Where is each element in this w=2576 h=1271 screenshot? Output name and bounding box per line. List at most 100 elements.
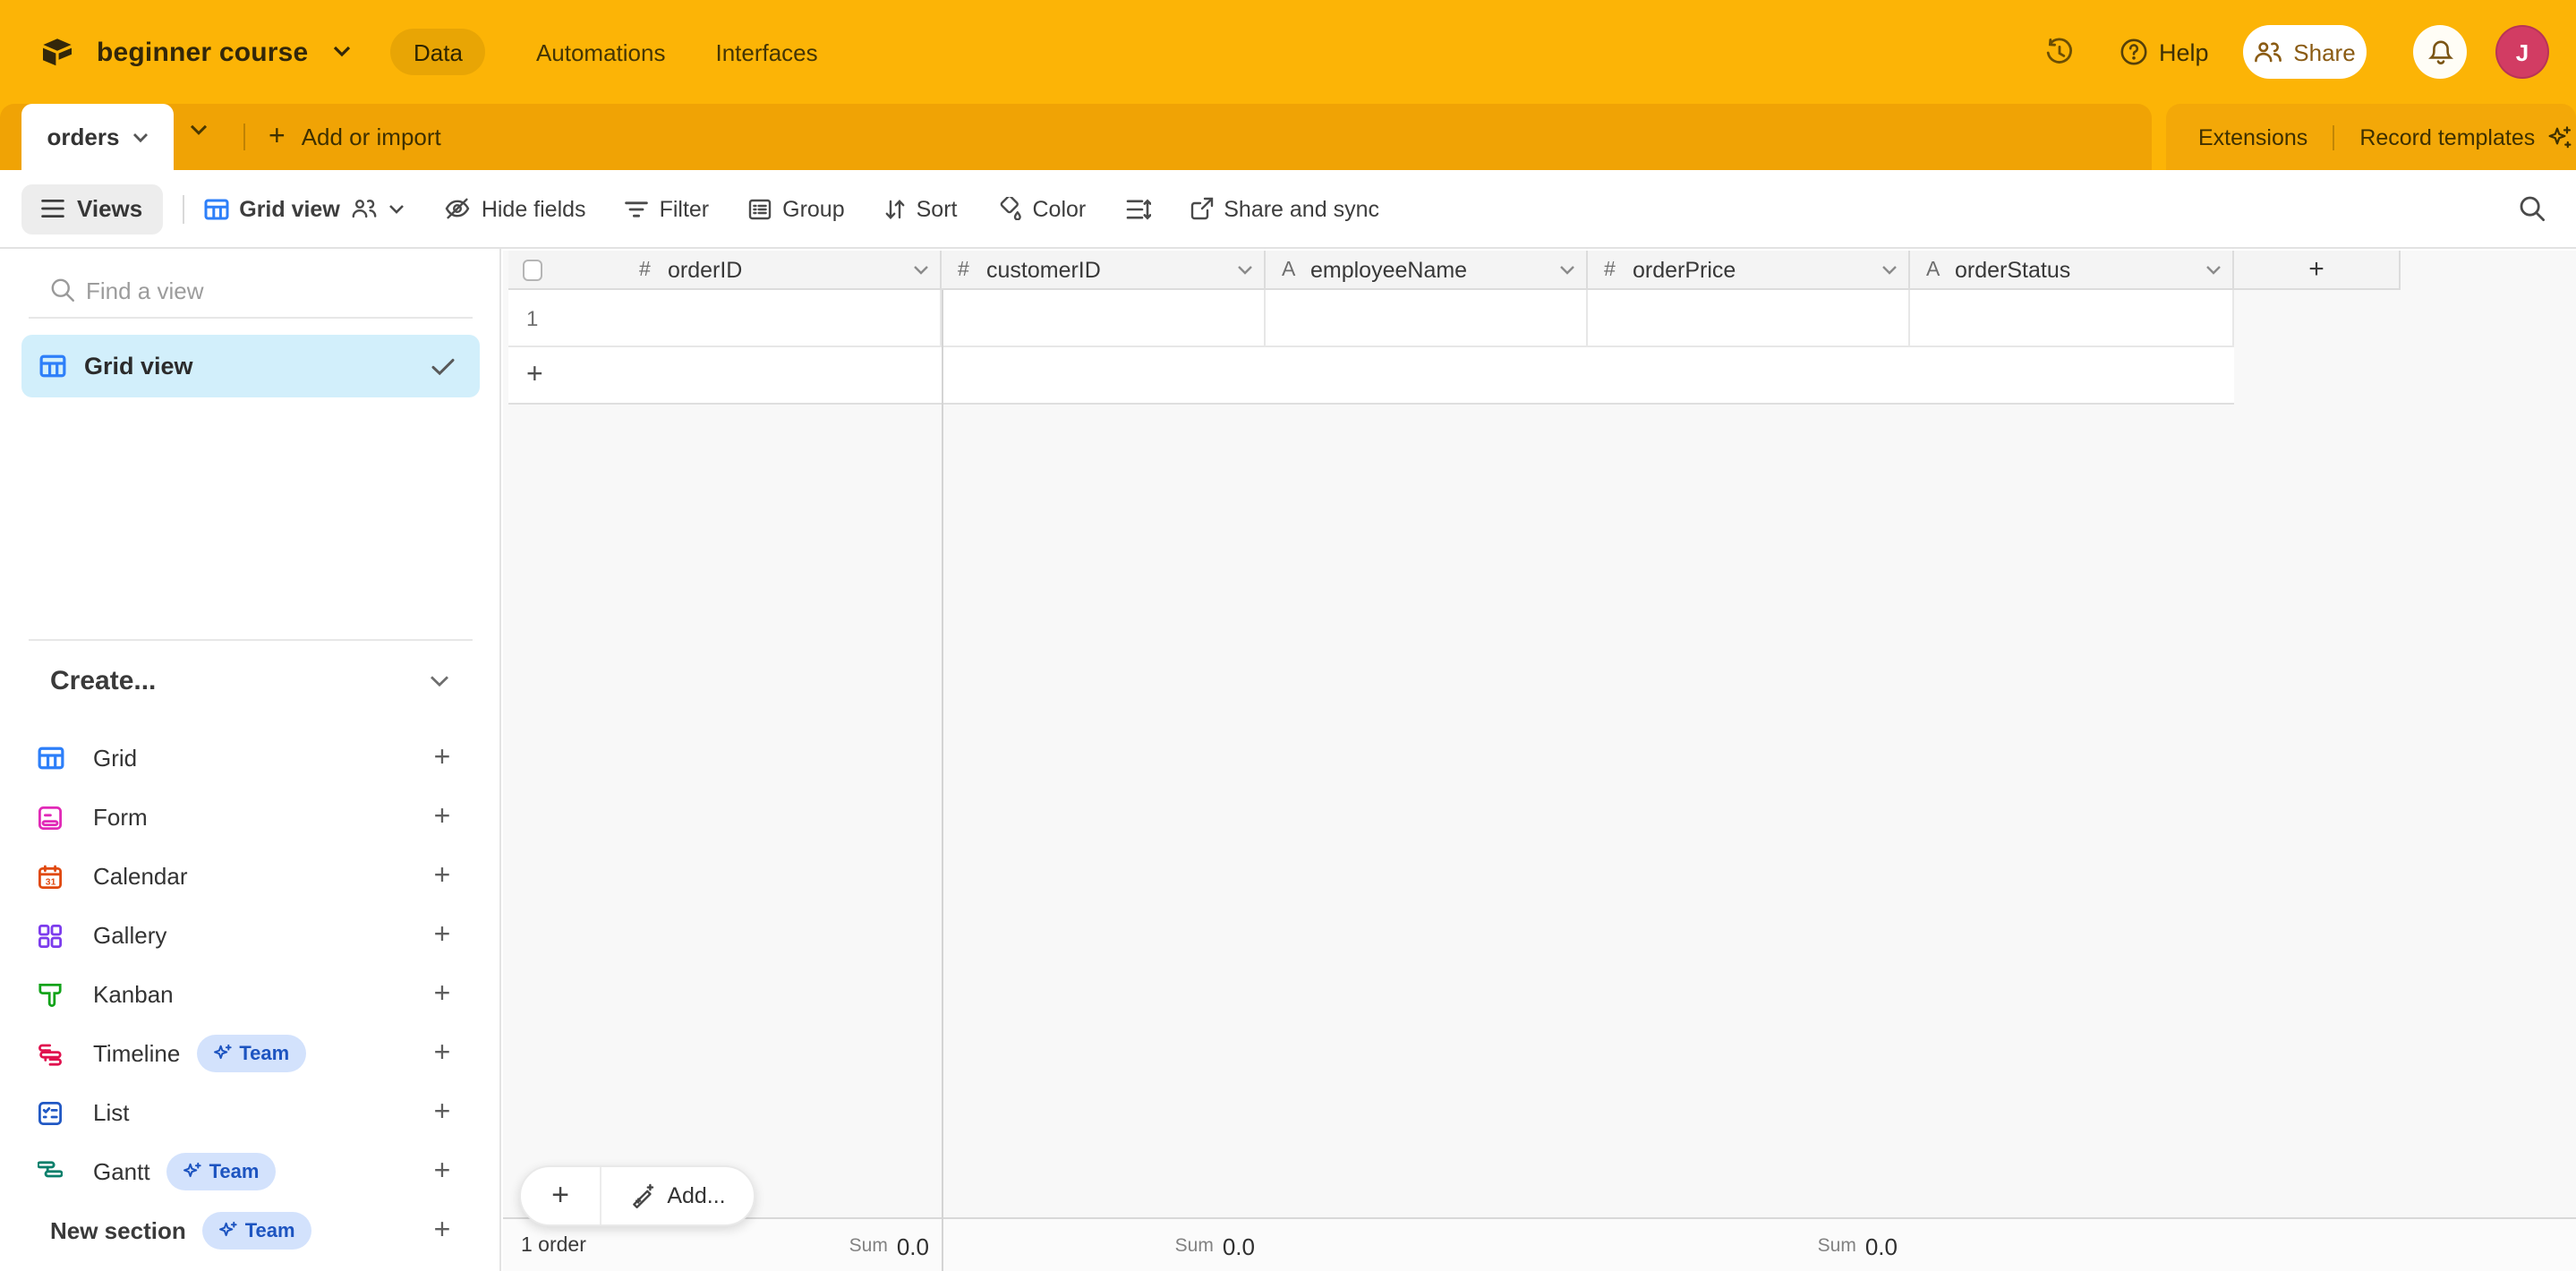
cell-customerid[interactable] xyxy=(942,290,1266,347)
grid-summary-bar: 1 order Sum 0.0 Sum 0.0 Sum 0.0 xyxy=(503,1217,2576,1271)
create-view-list: Grid + Form + 31 Calendar + xyxy=(0,729,501,1260)
field-name: orderID xyxy=(668,257,742,282)
create-item-timeline[interactable]: Timeline Team + xyxy=(0,1024,501,1083)
group-button[interactable]: Group xyxy=(748,196,845,221)
team-badge: Team xyxy=(196,1035,305,1072)
field-header-employeename[interactable]: A employeeName xyxy=(1266,251,1588,290)
create-item-kanban[interactable]: Kanban + xyxy=(0,965,501,1024)
bell-icon xyxy=(2427,38,2453,66)
chevron-down-icon[interactable] xyxy=(913,264,929,275)
hide-fields-button[interactable]: Hide fields xyxy=(444,196,586,221)
collaborators-icon xyxy=(351,199,378,218)
add-icon[interactable]: + xyxy=(426,1037,458,1070)
table-list-chevron-icon[interactable] xyxy=(190,124,208,136)
form-view-icon xyxy=(36,803,64,832)
cell-employeename[interactable] xyxy=(1266,290,1588,347)
add-icon[interactable]: + xyxy=(426,860,458,892)
history-icon[interactable] xyxy=(2044,0,2075,104)
workspace-title[interactable]: beginner course xyxy=(97,0,308,104)
add-icon[interactable]: + xyxy=(426,801,458,833)
add-or-import-button[interactable]: + Add or import xyxy=(269,104,441,170)
tab-interfaces[interactable]: Interfaces xyxy=(715,38,817,65)
chevron-down-icon xyxy=(388,203,405,214)
number-field-type-icon: # xyxy=(958,259,976,280)
record-templates-button[interactable]: Record templates xyxy=(2359,124,2535,149)
cell-orderstatus[interactable] xyxy=(1910,290,2234,347)
views-sidebar: Grid view Create... Grid + xyxy=(0,249,501,1271)
tab-data[interactable]: Data xyxy=(390,29,486,75)
sum-label: Sum xyxy=(1818,1235,1856,1257)
list-view-icon xyxy=(36,1098,64,1127)
add-icon[interactable]: + xyxy=(426,1156,458,1188)
add-record-row[interactable]: + xyxy=(508,347,2234,405)
field-name: orderStatus xyxy=(1955,257,2070,282)
chevron-down-icon[interactable] xyxy=(2205,264,2222,275)
create-item-list[interactable]: List + xyxy=(0,1083,501,1142)
share-and-sync-button[interactable]: Share and sync xyxy=(1190,196,1379,221)
chevron-down-icon[interactable] xyxy=(1559,264,1575,275)
create-item-grid[interactable]: Grid + xyxy=(0,729,501,788)
create-item-new-section[interactable]: New section Team + xyxy=(0,1201,501,1260)
row-gutter-header xyxy=(508,251,623,290)
frozen-column-separator[interactable] xyxy=(942,290,943,1271)
table-tab-orders[interactable]: orders xyxy=(21,104,174,170)
chevron-down-icon[interactable] xyxy=(1237,264,1253,275)
find-view-input[interactable] xyxy=(86,269,444,311)
extensions-button[interactable]: Extensions xyxy=(2198,124,2307,149)
filter-button[interactable]: Filter xyxy=(626,196,710,221)
notifications-button[interactable] xyxy=(2413,25,2467,79)
color-button[interactable]: Color xyxy=(997,196,1087,221)
record-row-1[interactable]: 1 xyxy=(508,290,2234,347)
divider xyxy=(2333,124,2334,149)
create-section-header[interactable]: Create... xyxy=(0,662,501,709)
current-view-button[interactable]: Grid view xyxy=(203,196,405,221)
add-record-button[interactable]: + xyxy=(521,1167,600,1224)
team-badge: Team xyxy=(202,1212,311,1250)
share-label: Share xyxy=(2293,38,2355,65)
create-item-gallery[interactable]: Gallery + xyxy=(0,906,501,965)
team-badge-label: Team xyxy=(209,1161,260,1182)
summary-sum-orderprice[interactable]: Sum 0.0 xyxy=(1593,1219,1898,1271)
search-icon xyxy=(50,277,75,303)
views-toggle-button[interactable]: Views xyxy=(21,183,162,234)
sidebar-view-grid-view[interactable]: Grid view xyxy=(21,335,480,397)
field-header-orderprice[interactable]: # orderPrice xyxy=(1588,251,1910,290)
paint-color-icon xyxy=(997,197,1022,220)
create-item-calendar[interactable]: 31 Calendar + xyxy=(0,847,501,906)
workspace-chevron-down-icon[interactable] xyxy=(333,45,351,57)
field-header-orderstatus[interactable]: A orderStatus xyxy=(1910,251,2234,290)
row-height-button[interactable] xyxy=(1125,198,1150,219)
cell-orderprice[interactable] xyxy=(1588,290,1910,347)
cell-orderid[interactable] xyxy=(623,290,942,347)
add-with-ai-button[interactable]: Add... xyxy=(601,1167,754,1224)
sort-button[interactable]: Sort xyxy=(884,196,958,221)
add-icon[interactable]: + xyxy=(426,1096,458,1129)
chevron-down-icon[interactable] xyxy=(1881,264,1898,275)
add-icon[interactable]: + xyxy=(426,978,458,1011)
grid-view-icon xyxy=(36,744,64,772)
select-all-checkbox[interactable] xyxy=(523,260,542,281)
add-field-button[interactable]: + xyxy=(2234,251,2401,290)
summary-sum-orderid[interactable]: Sum 0.0 xyxy=(623,1219,929,1271)
add-icon[interactable]: + xyxy=(426,742,458,774)
field-header-customerid[interactable]: # customerID xyxy=(942,251,1266,290)
search-icon[interactable] xyxy=(2519,195,2546,222)
plus-icon: + xyxy=(2308,254,2324,285)
tab-automations[interactable]: Automations xyxy=(536,38,666,65)
add-icon[interactable]: + xyxy=(426,919,458,951)
help-menu[interactable]: Help xyxy=(2120,0,2209,104)
create-item-form[interactable]: Form + xyxy=(0,788,501,847)
field-header-orderid[interactable]: # orderID xyxy=(623,251,942,290)
sum-value: 0.0 xyxy=(1865,1233,1898,1259)
summary-sum-customerid[interactable]: Sum 0.0 xyxy=(949,1219,1255,1271)
share-button[interactable]: Share xyxy=(2243,25,2367,79)
add-icon[interactable]: + xyxy=(426,1215,458,1247)
add-button-label: Add... xyxy=(667,1183,725,1208)
timeline-view-icon xyxy=(36,1039,64,1068)
create-item-gantt[interactable]: Gantt Team + xyxy=(0,1142,501,1201)
add-record-icon: + xyxy=(526,359,543,391)
grid-header-row: # orderID # customerID A employeeName # … xyxy=(508,251,2401,290)
user-avatar[interactable]: J xyxy=(2495,25,2549,79)
airtable-logo-icon[interactable] xyxy=(39,36,75,68)
gantt-view-icon xyxy=(36,1157,64,1186)
